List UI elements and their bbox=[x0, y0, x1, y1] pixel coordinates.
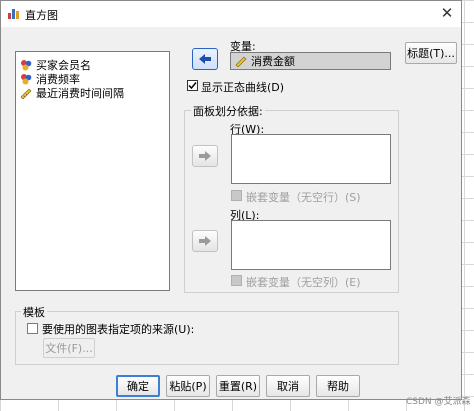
rows-list[interactable] bbox=[231, 134, 391, 184]
ok-button[interactable]: 确定 bbox=[116, 375, 160, 397]
arrow-left-icon bbox=[199, 54, 211, 64]
help-button[interactable]: 帮助 bbox=[316, 375, 360, 397]
list-item[interactable]: 消费频率 bbox=[20, 72, 80, 86]
histogram-app-icon bbox=[8, 9, 19, 19]
move-to-rows-button[interactable] bbox=[192, 145, 218, 167]
template-use-label: 要使用的图表指定项的来源(U): bbox=[42, 323, 195, 336]
arrow-right-icon bbox=[199, 151, 211, 161]
paste-button[interactable]: 粘贴(P) bbox=[166, 375, 210, 397]
title-bar: 直方图 ✕ bbox=[1, 1, 461, 27]
normal-curve-label: 显示正态曲线(D) bbox=[201, 81, 285, 94]
variable-field[interactable]: 消费金额 bbox=[230, 52, 391, 70]
columns-nest-label: 嵌套变量（无空列）(E) bbox=[246, 276, 361, 289]
scale-variable-icon bbox=[20, 88, 32, 99]
list-item[interactable]: 最近消费时间间隔 bbox=[20, 86, 124, 100]
columns-nest-checkbox[interactable] bbox=[231, 275, 242, 286]
nominal-variable-icon bbox=[21, 60, 32, 71]
columns-list[interactable] bbox=[231, 220, 391, 270]
normal-curve-checkbox[interactable] bbox=[187, 80, 198, 91]
rows-nest-checkbox[interactable] bbox=[231, 190, 242, 201]
rows-nest-label: 嵌套变量（无空行）(S) bbox=[246, 191, 361, 204]
variable-field-value: 消费金额 bbox=[251, 55, 295, 68]
histogram-dialog: 直方图 ✕ 买家会员名 消费频率 最近消费时间间隔 变量: 消费金额 标题(T)… bbox=[0, 0, 462, 400]
close-button[interactable]: ✕ bbox=[437, 3, 457, 23]
scale-variable-icon bbox=[235, 56, 247, 67]
panel-by-group-title: 面板划分依据: bbox=[191, 103, 265, 119]
list-item[interactable]: 买家会员名 bbox=[20, 58, 91, 72]
template-group-title: 模板 bbox=[21, 304, 47, 320]
move-variable-arrow-button[interactable] bbox=[192, 48, 218, 70]
source-variable-list[interactable]: 买家会员名 消费频率 最近消费时间间隔 bbox=[15, 51, 170, 291]
arrow-right-icon bbox=[199, 236, 211, 246]
nominal-variable-icon bbox=[21, 74, 32, 85]
cancel-button[interactable]: 取消 bbox=[266, 375, 310, 397]
window-title: 直方图 bbox=[25, 9, 58, 22]
titles-button[interactable]: 标题(T)... bbox=[405, 42, 457, 64]
template-use-checkbox[interactable] bbox=[27, 323, 38, 334]
move-to-columns-button[interactable] bbox=[192, 230, 218, 252]
variable-label: 最近消费时间间隔 bbox=[36, 87, 124, 100]
checkmark-icon bbox=[188, 82, 197, 90]
watermark: CSDN @艾派森 bbox=[406, 397, 471, 407]
reset-button[interactable]: 重置(R) bbox=[216, 375, 260, 397]
template-file-button[interactable]: 文件(F)... bbox=[43, 338, 95, 358]
